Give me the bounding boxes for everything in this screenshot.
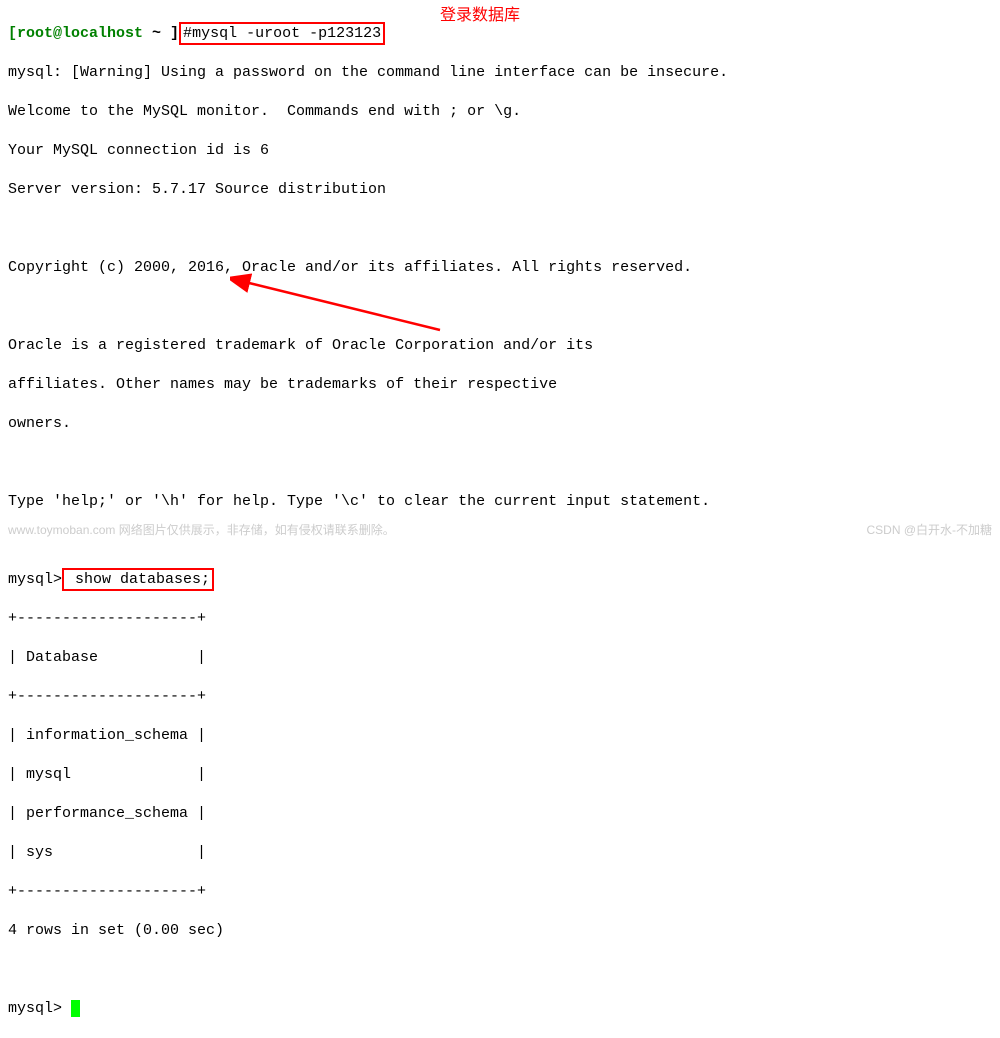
terminal-output[interactable]: [root@localhost ~ ]#mysql -uroot -p12312… xyxy=(8,4,992,1038)
prompt-user-host: [root@localhost xyxy=(8,25,152,42)
output-trademark3: owners. xyxy=(8,414,992,434)
login-command: mysql -uroot -p123123 xyxy=(192,25,381,42)
watermark-left: www.toymoban.com 网络图片仅供展示，非存储，如有侵权请联系删除。 xyxy=(8,523,395,539)
table-footer: 4 rows in set (0.00 sec) xyxy=(8,921,992,941)
prompt-path: ~ ] xyxy=(152,25,179,42)
output-help: Type 'help;' or '\h' for help. Type '\c'… xyxy=(8,492,992,512)
table-border-top: +--------------------+ xyxy=(8,609,992,629)
table-header: | Database | xyxy=(8,648,992,668)
watermark-right: CSDN @白开水-不加糖 xyxy=(866,523,992,539)
query-highlight-box: show databases; xyxy=(62,568,214,592)
output-version: Server version: 5.7.17 Source distributi… xyxy=(8,180,992,200)
output-welcome: Welcome to the MySQL monitor. Commands e… xyxy=(8,102,992,122)
show-databases-command: show databases; xyxy=(66,571,210,588)
table-border-bottom: +--------------------+ xyxy=(8,882,992,902)
output-warning: mysql: [Warning] Using a password on the… xyxy=(8,63,992,83)
table-row: | mysql | xyxy=(8,765,992,785)
output-trademark2: affiliates. Other names may be trademark… xyxy=(8,375,992,395)
output-copyright: Copyright (c) 2000, 2016, Oracle and/or … xyxy=(8,258,992,278)
output-trademark1: Oracle is a registered trademark of Orac… xyxy=(8,336,992,356)
table-row: | information_schema | xyxy=(8,726,992,746)
command-highlight-box: #mysql -uroot -p123123 xyxy=(179,22,385,46)
mysql-prompt-final: mysql> xyxy=(8,1000,71,1017)
table-border-mid: +--------------------+ xyxy=(8,687,992,707)
table-row: | performance_schema | xyxy=(8,804,992,824)
output-connection: Your MySQL connection id is 6 xyxy=(8,141,992,161)
annotation-login-db: 登录数据库 xyxy=(440,6,520,27)
cursor xyxy=(71,1000,80,1017)
prompt-hash: # xyxy=(183,25,192,42)
mysql-prompt: mysql> xyxy=(8,571,62,588)
table-row: | sys | xyxy=(8,843,992,863)
